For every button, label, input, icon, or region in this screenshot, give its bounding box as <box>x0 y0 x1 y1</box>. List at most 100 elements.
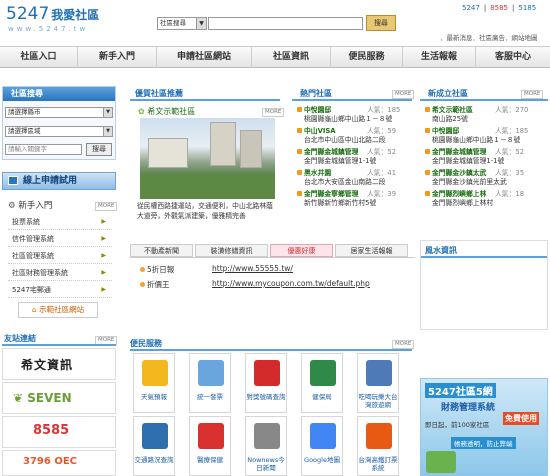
left-search-button[interactable]: 搜尋 <box>86 143 112 156</box>
community-list-item[interactable]: 中悅園邸 人氣：185 桃園縣龜山鄉中山路１－８號 <box>297 106 415 124</box>
search-type-select[interactable]: 社區搜尋 ▼ <box>157 17 207 30</box>
community-list-item[interactable]: 金門縣金寧鄉管理 人氣：39 新竹縣新竹鄉新竹村5號 <box>297 190 415 208</box>
community-address: 台北市大安區金山南路二段 <box>304 178 386 186</box>
finance-ad[interactable]: 5247社區5網 財務管理系統 即日起，前100家社區 免費使用 帳務透明，防止… <box>420 378 548 476</box>
tab-renovation[interactable]: 裝潢修繕資訊 <box>195 244 268 257</box>
bullet-icon <box>425 128 430 133</box>
stats-bar: 5247 | 8585 | 5185 <box>458 2 550 14</box>
deal-row[interactable]: 折價王 <box>140 279 170 290</box>
header: 5247 我愛社區 www.5247.tw 社區搜尋 ▼ 搜尋 5247 | 8585 |… <box>0 0 550 46</box>
area-select-value: 請選擇區域 <box>8 127 41 135</box>
tab-living[interactable]: 居家生活報報 <box>335 244 408 257</box>
deal-name: 5折日報 <box>147 265 175 274</box>
menu-item-finance[interactable]: 社區財務管理系統 ▶ <box>8 265 112 281</box>
top-links[interactable]: ．最新消息．社區廣告．網站地圖 <box>440 32 538 42</box>
nav-item-living[interactable]: 生活報報 <box>403 47 476 68</box>
featured-more-link[interactable]: MORE <box>262 108 285 117</box>
area-select[interactable]: 請選擇區域 ▼ <box>5 126 113 137</box>
weather-title: 風水資訊 <box>425 246 457 255</box>
service-label: 台灣高鐵訂票系統 <box>358 456 398 472</box>
community-list-item[interactable]: 中悅園邸 人氣：185 桃園縣龜山鄉中山路１－８號 <box>425 127 543 145</box>
service-tile[interactable]: 對獎號碼查詢 <box>245 353 287 413</box>
community-search-title: 社區搜尋 <box>3 87 115 101</box>
nav-item-newbie[interactable]: 新手入門 <box>78 47 157 68</box>
service-tile[interactable]: Nownews今日新聞 <box>245 416 287 476</box>
nav-item-info[interactable]: 社區資訊 <box>252 47 331 68</box>
community-list-item[interactable]: 金門縣烈嶼鄉上林 人氣：18 金門縣烈嶼鄉上林村 <box>425 190 543 208</box>
service-tile[interactable]: Google地圖 <box>301 416 343 476</box>
menu-item-mail[interactable]: 信件管理系統 ▶ <box>8 231 112 247</box>
city-select-value: 請選擇縣市 <box>8 108 41 116</box>
service-tile[interactable]: 交通路況查詢 <box>133 416 175 476</box>
newbie-more-link[interactable]: MORE <box>95 202 118 211</box>
online-apply-banner[interactable]: 線上申請試用 <box>2 172 116 190</box>
hot-more-link[interactable]: MORE <box>392 90 415 99</box>
featured-photo[interactable] <box>140 118 275 199</box>
deal-row[interactable]: 5折日報 <box>140 264 174 275</box>
bullet-icon <box>297 191 302 196</box>
services-underline <box>130 349 412 351</box>
community-name: 金門縣金城鎮管理 <box>432 148 487 156</box>
service-icon <box>366 360 392 386</box>
service-tile[interactable]: 吃喝玩樂大台灣旅遊網 <box>357 353 399 413</box>
services-more-link[interactable]: MORE <box>392 340 415 349</box>
menu-item-label: 投票系統 <box>12 218 40 226</box>
building-shape <box>210 122 236 166</box>
site-logo[interactable]: 5247 我愛社區 <box>6 4 99 24</box>
caret-right-icon: ▶ <box>101 269 106 276</box>
nav-item-services[interactable]: 便民服務 <box>331 47 403 68</box>
deal-url[interactable]: http://www.55555.tw/ <box>212 264 293 273</box>
search-button[interactable]: 搜尋 <box>366 15 396 31</box>
community-list-item[interactable]: 金門縣金城鎮管理 人氣：52 金門縣金城鎮管理1-1號 <box>425 148 543 166</box>
newest-more-link[interactable]: MORE <box>521 90 544 99</box>
community-address: 桃園縣龜山鄉中山路１－８號 <box>432 136 521 144</box>
tab-realestate-news[interactable]: 不動產新聞 <box>130 244 193 257</box>
friend-logo: 希文資訊 <box>21 358 74 372</box>
featured-name[interactable]: ✿ 希文示範社區 <box>138 106 195 117</box>
ad-title: 5247社區5網 <box>425 383 496 398</box>
menu-item-manage[interactable]: 社區管理系統 ▶ <box>8 248 112 264</box>
featured-description: 從民權西路捷運站，交通便利，中山北路林蔭大道旁，外觀氣派建築，優雅精完善 <box>137 202 273 220</box>
tab-deals[interactable]: 優惠好康 <box>270 244 333 257</box>
keyword-input[interactable]: 請輸入關鍵字 <box>5 144 82 155</box>
service-tile[interactable]: 台灣高鐵訂票系統 <box>357 416 399 476</box>
menu-item-vote[interactable]: 投票系統 ▶ <box>8 214 112 230</box>
search-input[interactable] <box>208 17 363 30</box>
bullet-icon <box>297 128 302 133</box>
nav-item-portal[interactable]: 社區入口 <box>0 47 78 68</box>
friend-link[interactable]: 希文資訊 <box>2 348 116 380</box>
demo-site-button[interactable]: ⌂ 示範社區網站 <box>18 302 98 318</box>
community-list-item[interactable]: 黑水井園 人氣：41 台北市大安區金山南路二段 <box>297 169 415 187</box>
community-count: 人氣：39 <box>367 190 397 198</box>
bullet-icon <box>297 149 302 154</box>
bullet-icon <box>140 267 145 272</box>
leaf-icon: ❦ <box>13 391 24 405</box>
service-icon <box>142 360 168 386</box>
menu-item-mail-pass[interactable]: 5247宅郵通 ▶ <box>8 282 112 298</box>
deal-url[interactable]: http://www.mycoupon.com.tw/default.php <box>212 279 370 288</box>
caret-right-icon: ▶ <box>101 286 106 293</box>
community-list-item[interactable]: 希文示範社區 人氣：270 南山路25號 <box>425 106 543 124</box>
services-title: 便民服務 <box>130 339 162 348</box>
friend-link[interactable]: ❦ SEVEN <box>2 382 116 414</box>
friend-link[interactable]: 8585 <box>2 416 116 448</box>
community-list-item[interactable]: 金門縣金沙鎮太武 人氣：35 金門縣金沙鎮光前里太武 <box>425 169 543 187</box>
service-tile[interactable]: 統一發票 <box>189 353 231 413</box>
friend-link[interactable]: 3796 OEC <box>2 450 116 476</box>
service-tile[interactable]: 天氣預報 <box>133 353 175 413</box>
community-list-item[interactable]: 中山VISA 人氣：59 台北市中山區中山北路二段 <box>297 127 415 145</box>
community-list-item[interactable]: 金門縣金城鎮管理 人氣：52 金門縣金城鎮管理1-1號 <box>297 148 415 166</box>
service-tile[interactable]: 健保局 <box>301 353 343 413</box>
bullet-icon <box>140 282 145 287</box>
community-address: 金門縣烈嶼鄉上林村 <box>432 199 494 207</box>
city-select[interactable]: 請選擇縣市 ▼ <box>5 107 113 118</box>
service-label: Nownews今日新聞 <box>247 456 285 472</box>
money-icon <box>426 451 456 473</box>
service-label: 對獎號碼查詢 <box>246 393 286 401</box>
service-icon <box>310 423 336 449</box>
nav-item-apply[interactable]: 申請社區網站 <box>157 47 252 68</box>
service-tile[interactable]: 醫療保健 <box>189 416 231 476</box>
featured-underline <box>130 99 280 101</box>
nav-item-support[interactable]: 客服中心 <box>476 47 550 68</box>
house-icon: ⌂ <box>31 305 37 314</box>
